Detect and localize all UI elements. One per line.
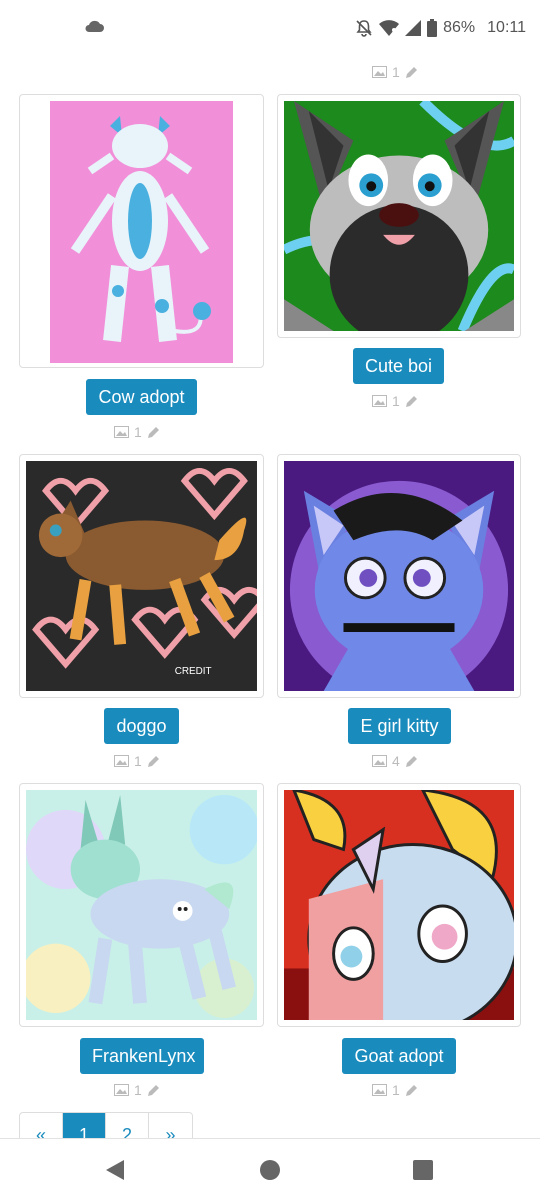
- character-name-button-goat-adopt[interactable]: Goat adopt: [342, 1038, 456, 1074]
- kitty-artwork: [284, 461, 514, 691]
- image-count: 1: [134, 1082, 142, 1098]
- image-icon: [114, 426, 129, 438]
- image-icon: [372, 755, 387, 767]
- pencil-icon[interactable]: [405, 1084, 418, 1097]
- pencil-icon[interactable]: [405, 66, 418, 79]
- pencil-icon[interactable]: [147, 755, 160, 768]
- image-count: 1: [392, 64, 400, 80]
- image-icon: [372, 395, 387, 407]
- image-count: 1: [392, 1082, 400, 1098]
- character-name-button-frankenlynx[interactable]: FrankenLynx: [80, 1038, 204, 1074]
- wolf-artwork: [284, 101, 514, 331]
- image-count-meta: 1: [114, 753, 160, 769]
- home-icon[interactable]: [260, 1160, 280, 1180]
- character-thumbnail-frankenlynx[interactable]: [19, 783, 264, 1027]
- character-name-button-e-girl-kitty[interactable]: E girl kitty: [348, 708, 451, 744]
- pencil-icon[interactable]: [147, 1084, 160, 1097]
- clock: 10:11: [487, 19, 526, 36]
- image-count: 4: [392, 753, 400, 769]
- battery-percent: 86%: [443, 19, 476, 36]
- navigation-bar: [0, 1138, 540, 1200]
- image-count: 1: [134, 753, 142, 769]
- dog-artwork: CREDIT: [26, 461, 257, 691]
- image-count: 1: [134, 424, 142, 440]
- image-count: 1: [392, 393, 400, 409]
- back-icon[interactable]: [106, 1160, 124, 1180]
- goat-artwork: [284, 790, 514, 1020]
- status-bar: 86% 10:11: [0, 0, 540, 58]
- wifi-icon: [379, 20, 400, 36]
- pencil-icon[interactable]: [147, 426, 160, 439]
- character-thumbnail-e-girl-kitty[interactable]: [277, 454, 521, 698]
- image-icon: [114, 1084, 129, 1096]
- image-count-meta: 1: [372, 64, 418, 80]
- character-name-button-cow[interactable]: Cow adopt: [86, 379, 197, 415]
- cow-artwork: [50, 101, 233, 363]
- image-count-meta: 4: [372, 753, 418, 769]
- svg-text:CREDIT: CREDIT: [175, 666, 212, 677]
- image-count-meta: 1: [372, 393, 418, 409]
- image-count-meta: 1: [372, 1082, 418, 1098]
- recents-icon[interactable]: [413, 1160, 433, 1180]
- character-thumbnail-cow[interactable]: [19, 94, 264, 368]
- image-icon: [372, 1084, 387, 1096]
- pencil-icon[interactable]: [405, 755, 418, 768]
- image-count-meta: 1: [114, 424, 160, 440]
- cloud-icon: [85, 20, 104, 32]
- image-icon: [372, 66, 387, 78]
- image-icon: [114, 755, 129, 767]
- character-name-button-doggo[interactable]: doggo: [104, 708, 179, 744]
- signal-icon: [405, 20, 422, 36]
- battery-icon: [427, 19, 438, 37]
- image-count-meta: 1: [114, 1082, 160, 1098]
- pencil-icon[interactable]: [405, 395, 418, 408]
- character-thumbnail-doggo[interactable]: CREDIT: [19, 454, 264, 698]
- character-thumbnail-cute-boi[interactable]: [277, 94, 521, 338]
- character-thumbnail-goat-adopt[interactable]: [277, 783, 521, 1027]
- lynx-artwork: [26, 790, 257, 1020]
- character-name-button-cute-boi[interactable]: Cute boi: [353, 348, 444, 384]
- notifications-off-icon: [356, 20, 372, 37]
